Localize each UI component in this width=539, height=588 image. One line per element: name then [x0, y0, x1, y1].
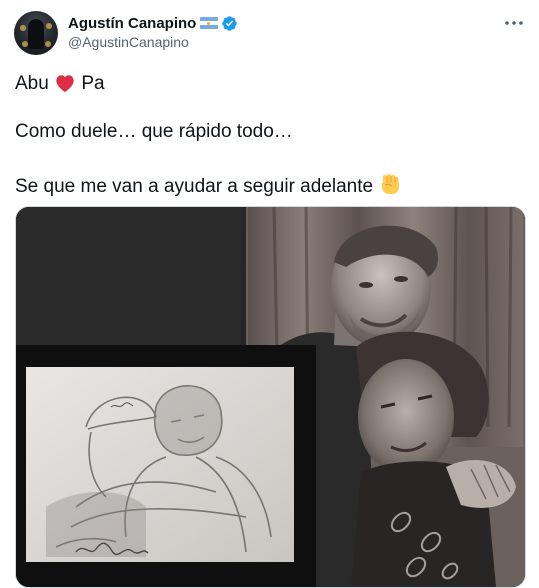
tweet-text-line-2: Como duele… que rápido todo… — [15, 121, 293, 142]
argentina-flag-icon — [200, 17, 219, 29]
red-heart-icon — [56, 75, 74, 93]
tweet-media-photo[interactable] — [15, 206, 526, 588]
tweet-text-line-3-text: Se que me van a ayudar a seguir adelante — [15, 176, 374, 197]
author-display-name[interactable]: Agustín Canapino — [68, 15, 196, 32]
avatar-light-decor — [20, 25, 26, 31]
more-options-icon[interactable] — [503, 16, 525, 30]
tweet: Agustín Canapino @AgustinCanapino Abu Pa… — [0, 0, 539, 588]
tweet-text-pa: Pa — [81, 73, 105, 94]
author-handle[interactable]: @AgustinCanapino — [68, 34, 189, 50]
tweet-text-line-3: Se que me van a ayudar a seguir adelante — [15, 172, 402, 199]
verified-badge-icon — [222, 15, 238, 31]
avatar[interactable] — [14, 11, 58, 55]
avatar-light-decor — [45, 41, 51, 47]
tweet-text-line-1: Abu Pa — [15, 72, 105, 96]
author-name-row: Agustín Canapino — [68, 13, 238, 33]
photo-of-pencil-drawings — [16, 207, 525, 587]
avatar-figure — [28, 19, 44, 49]
avatar-light-decor — [46, 23, 52, 29]
tweet-text-abu: Abu — [15, 73, 49, 94]
raised-fist-icon — [382, 174, 400, 194]
